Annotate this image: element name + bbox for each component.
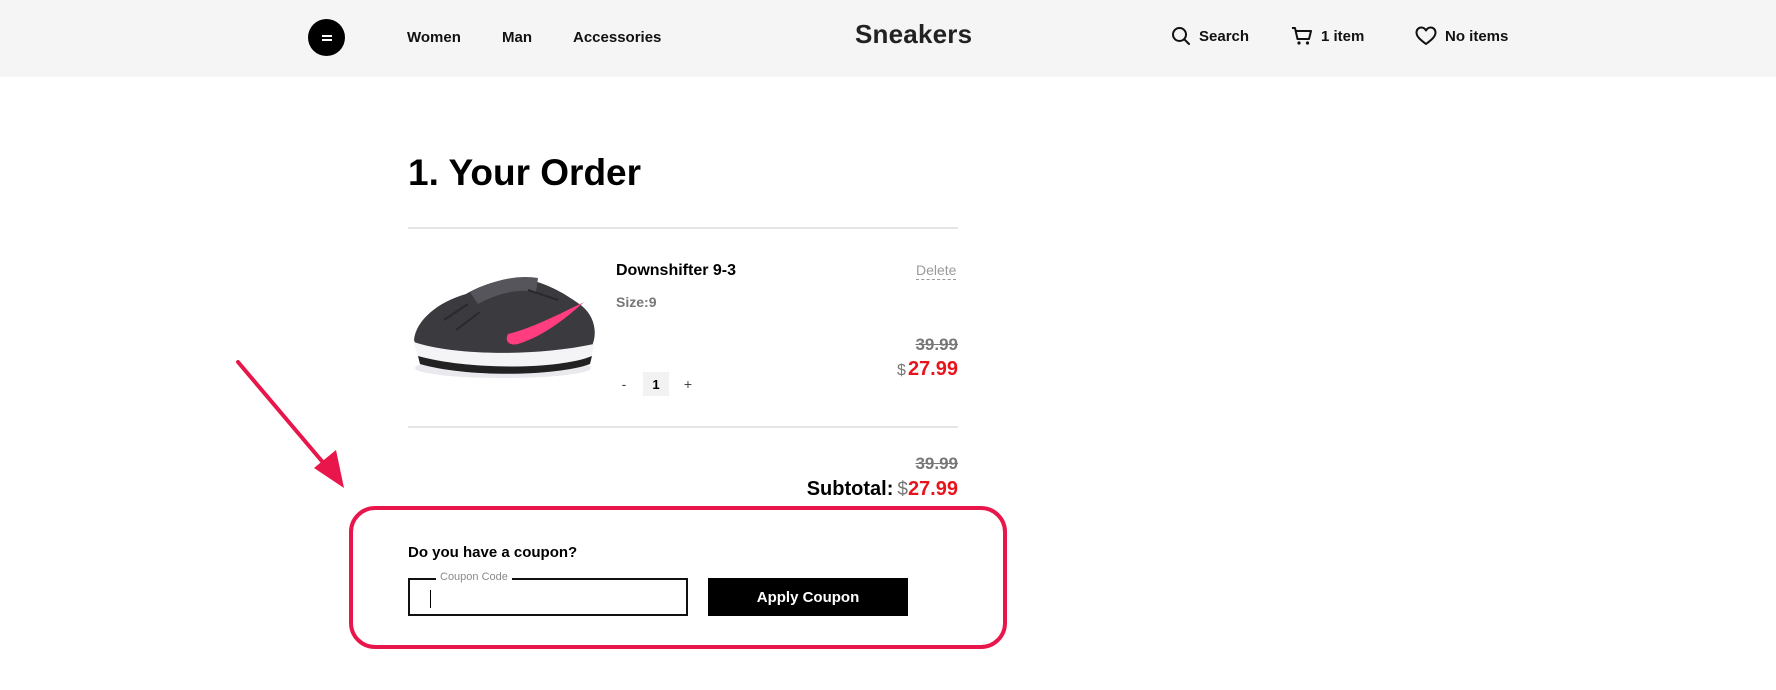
coupon-code-field: Coupon Code [408, 571, 688, 616]
delete-button[interactable]: Delete [916, 262, 957, 280]
product-size: Size:9 [616, 294, 656, 310]
apply-coupon-button[interactable]: Apply Coupon [708, 578, 908, 616]
wishlist-count: No items [1445, 27, 1509, 45]
cart-button[interactable]: 1 item [1291, 26, 1364, 46]
coupon-question: Do you have a coupon? [408, 544, 578, 561]
currency-symbol: $ [897, 362, 906, 379]
site-header: Women Man Accessories Sneakers Search 1 … [0, 0, 1776, 77]
cart-icon [1292, 27, 1312, 45]
menu-button[interactable] [308, 19, 345, 56]
coupon-code-input[interactable] [410, 580, 686, 614]
product-name[interactable]: Downshifter 9-3 [616, 262, 736, 280]
subtotal: Subtotal: $27.99 [807, 478, 958, 501]
qty-increase-button[interactable]: + [677, 373, 699, 395]
product-image[interactable] [408, 260, 598, 400]
item-price-value: 27.99 [907, 358, 958, 380]
search-icon [1172, 27, 1190, 45]
size-label: Size: [616, 294, 649, 310]
nav-man[interactable]: Man [502, 29, 532, 46]
divider [408, 227, 958, 229]
nav-accessories[interactable]: Accessories [573, 29, 661, 46]
annotation-arrow-icon [236, 360, 344, 488]
search-button[interactable]: Search [1171, 26, 1249, 46]
item-old-price: 39.99 [915, 335, 958, 354]
nav-women[interactable]: Women [407, 29, 461, 46]
wishlist-button[interactable]: No items [1415, 26, 1508, 46]
order-title: 1. Your Order [408, 152, 642, 193]
search-label: Search [1199, 27, 1250, 45]
cart-count: 1 item [1321, 27, 1365, 45]
currency-symbol: $ [897, 479, 908, 500]
divider [408, 426, 958, 428]
size-value: 9 [648, 294, 657, 310]
item-new-price: $27.99 [897, 358, 958, 381]
qty-value[interactable]: 1 [643, 372, 669, 396]
subtotal-label: Subtotal: [806, 478, 894, 500]
brand-logo[interactable]: Sneakers [855, 19, 972, 50]
heart-icon [1415, 26, 1437, 45]
summary-old-price: 39.99 [915, 454, 958, 473]
quantity-stepper: - 1 + [613, 372, 699, 396]
menu-icon [322, 35, 332, 37]
subtotal-value: 27.99 [907, 478, 958, 500]
qty-decrease-button[interactable]: - [613, 373, 635, 395]
